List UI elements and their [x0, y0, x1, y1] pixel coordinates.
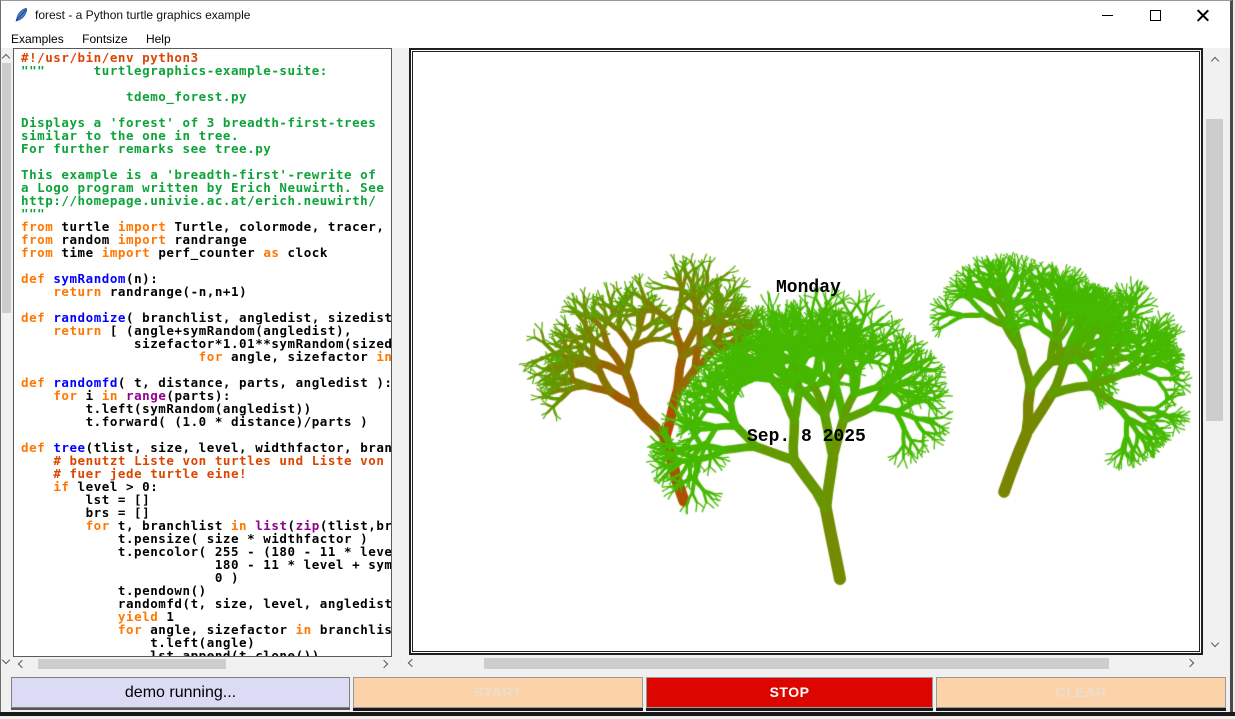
menubar: Examples Fontsize Help	[1, 29, 1230, 48]
editor-vertical-scrollbar[interactable]	[1, 49, 12, 671]
code-line: from time import perf_counter as clock	[21, 246, 391, 259]
close-button[interactable]	[1180, 1, 1226, 29]
scrollbar-thumb[interactable]	[1206, 119, 1223, 421]
app-window: forest - a Python turtle graphics exampl…	[0, 0, 1233, 712]
code-editor-content: #!/usr/bin/env python3""" turtlegraphics…	[14, 49, 391, 657]
scrollbar-thumb[interactable]	[38, 659, 226, 669]
editor-horizontal-scrollbar[interactable]	[13, 657, 393, 671]
stop-button[interactable]: STOP	[646, 677, 933, 708]
code-line: for angle, sizefactor in branchlist ]	[21, 350, 391, 363]
code-line: lst.append(t.clone())	[21, 649, 391, 657]
window-title: forest - a Python turtle graphics exampl…	[35, 8, 250, 22]
minimize-button[interactable]	[1084, 1, 1130, 29]
tk-feather-icon	[14, 7, 29, 23]
start-button[interactable]: START	[353, 677, 643, 708]
code-line: """ turtlegraphics-example-suite:	[21, 64, 391, 77]
code-line: t.forward( (1.0 * distance)/parts )	[21, 415, 391, 428]
menu-help[interactable]: Help	[143, 32, 174, 46]
canvas-text-weekday: Monday	[776, 278, 841, 298]
code-line: For further remarks see tree.py	[21, 142, 391, 155]
code-line: tdemo_forest.py	[21, 90, 391, 103]
titlebar: forest - a Python turtle graphics exampl…	[1, 1, 1230, 29]
scrollbar-thumb[interactable]	[2, 63, 11, 313]
chevron-down-icon[interactable]	[1211, 639, 1219, 647]
chevron-right-icon[interactable]	[380, 660, 388, 668]
scrollbar-thumb[interactable]	[484, 658, 1109, 669]
chevron-left-icon[interactable]	[408, 659, 416, 667]
code-line: return randrange(-n,n+1)	[21, 285, 391, 298]
chevron-right-icon[interactable]	[1186, 659, 1194, 667]
menu-fontsize[interactable]: Fontsize	[79, 32, 130, 46]
chevron-left-icon[interactable]	[18, 660, 26, 668]
chevron-down-icon[interactable]	[2, 656, 10, 664]
canvas-vertical-scrollbar[interactable]	[1204, 50, 1226, 656]
code-line: http://homepage.univie.ac.at/erich.neuwi…	[21, 194, 391, 207]
canvas-text-date: Sep. 8 2025	[747, 427, 866, 447]
status-label: demo running...	[11, 677, 350, 708]
chevron-up-icon[interactable]	[2, 54, 10, 62]
close-icon	[1197, 9, 1209, 21]
code-editor[interactable]: #!/usr/bin/env python3""" turtlegraphics…	[13, 48, 392, 657]
turtle-canvas	[413, 52, 1199, 651]
chevron-up-icon[interactable]	[1211, 57, 1219, 65]
turtle-canvas-frame: Monday Sep. 8 2025	[409, 48, 1203, 655]
maximize-button[interactable]	[1132, 1, 1178, 29]
minimize-icon	[1102, 15, 1113, 16]
menu-examples[interactable]: Examples	[8, 32, 67, 46]
clear-button[interactable]: CLEAR	[936, 677, 1226, 708]
maximize-icon	[1150, 10, 1161, 21]
canvas-horizontal-scrollbar[interactable]	[403, 656, 1201, 671]
turtle-canvas-area: Monday Sep. 8 2025	[412, 51, 1200, 652]
